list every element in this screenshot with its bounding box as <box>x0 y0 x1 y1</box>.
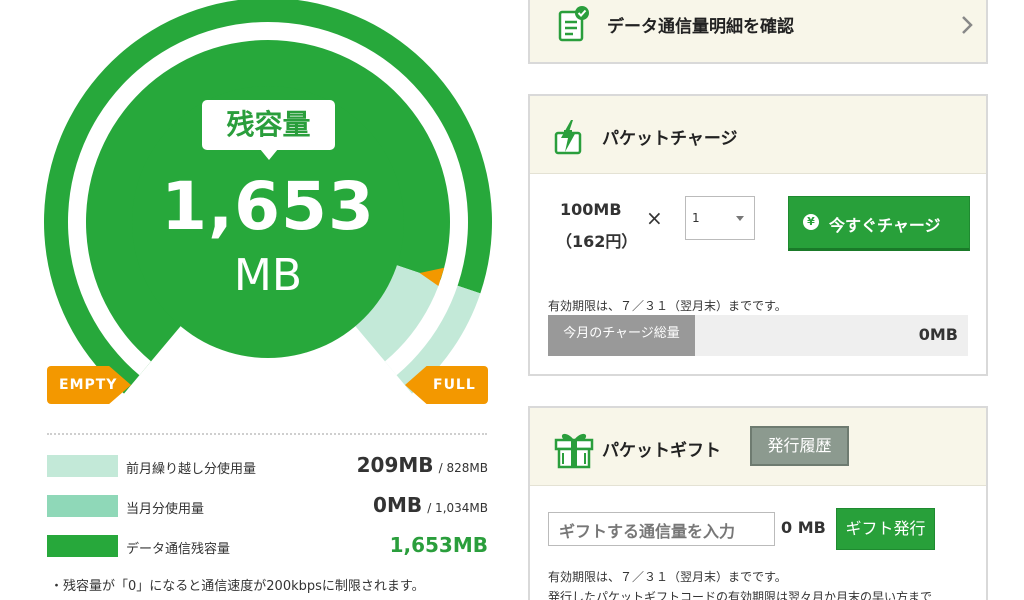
gift-amount-mb: 0 MB <box>781 518 826 537</box>
speed-limit-note: ・残容量が「0」になると通信速度が200kbpsに制限されます。 <box>50 579 425 594</box>
charge-now-label: 今すぐチャージ <box>829 216 941 235</box>
gift-expiry-text: 有効期限は、７／３１（翌月末）までです。 <box>548 570 787 584</box>
gift-amount-input[interactable]: ギフトする通信量を入力 <box>548 512 775 546</box>
charge-expiry-text: 有効期限は、７／３１（翌月末）までです。 <box>548 299 787 313</box>
legend-value: 0MB <box>373 493 423 517</box>
legend-swatch <box>47 535 118 557</box>
legend-label: 当月分使用量 <box>126 502 205 517</box>
issue-gift-button[interactable]: ギフト発行 <box>836 508 935 550</box>
legend-swatch <box>47 455 118 477</box>
issue-history-button[interactable]: 発行履歴 <box>750 426 849 466</box>
legend-data-remaining: データ通信残容量 1,653MB <box>47 533 488 559</box>
legend-amount: 0MB / 1,034MB <box>373 493 488 517</box>
gift-title: パケットギフト <box>602 441 721 461</box>
quantity-select[interactable]: 1 <box>685 196 755 240</box>
gift-code-note: 発行したパケットギフトコードの有効期限は翌々月か月末の早い方まで <box>548 590 933 600</box>
usage-detail-link[interactable]: データ通信量明細を確認 <box>528 0 988 64</box>
section-divider <box>47 433 487 435</box>
panel-header: パケットギフト 発行履歴 <box>530 408 986 486</box>
legend-current-month-used: 当月分使用量 0MB / 1,034MB <box>47 493 488 519</box>
remaining-value: 1,653 <box>161 168 375 245</box>
legend-amount: 1,653MB <box>390 533 488 557</box>
panel-header: データ通信量明細を確認 <box>530 0 986 62</box>
remaining-label: 残容量 <box>202 100 335 160</box>
chevron-down-icon <box>736 216 744 221</box>
monthly-charge-total: 今月のチャージ総量 0MB <box>548 315 968 356</box>
multiply-sign: × <box>646 206 663 230</box>
legend-amount: 209MB / 828MB <box>357 453 488 477</box>
legend-label: データ通信残容量 <box>126 542 231 557</box>
detail-title: データ通信量明細を確認 <box>607 17 794 37</box>
legend-swatch <box>47 495 118 517</box>
remaining-unit: MB <box>233 250 303 301</box>
charge-title: パケットチャージ <box>602 129 738 149</box>
battery-charge-icon <box>554 120 582 155</box>
charge-total-label: 今月のチャージ総量 <box>548 315 695 356</box>
legend-value: 1,653MB <box>389 533 488 557</box>
legend-max: / 828MB <box>438 461 488 475</box>
legend-label: 前月繰り越し分使用量 <box>126 462 257 477</box>
quantity-value: 1 <box>692 211 700 225</box>
gift-box-icon <box>554 433 594 469</box>
charge-unit-amount: 100MB <box>560 200 622 219</box>
document-check-icon <box>558 6 589 42</box>
legend-value: 209MB <box>356 453 434 477</box>
chevron-right-icon <box>962 16 973 34</box>
panel-header: パケットチャージ <box>530 96 986 174</box>
yen-icon: ¥ <box>803 214 819 230</box>
charge-total-value: 0MB <box>918 325 958 344</box>
legend-prev-month-used: 前月繰り越し分使用量 209MB / 828MB <box>47 453 488 479</box>
charge-now-button[interactable]: ¥ 今すぐチャージ <box>788 196 970 251</box>
legend-max: / 1,034MB <box>427 501 488 515</box>
packet-charge-panel: パケットチャージ 100MB （162円） × 1 ¥ 今すぐチャージ 有効期限… <box>528 94 988 376</box>
packet-gift-panel: パケットギフト 発行履歴 ギフトする通信量を入力 0 MB ギフト発行 有効期限… <box>528 406 988 600</box>
charge-unit-price: （162円） <box>556 232 638 251</box>
